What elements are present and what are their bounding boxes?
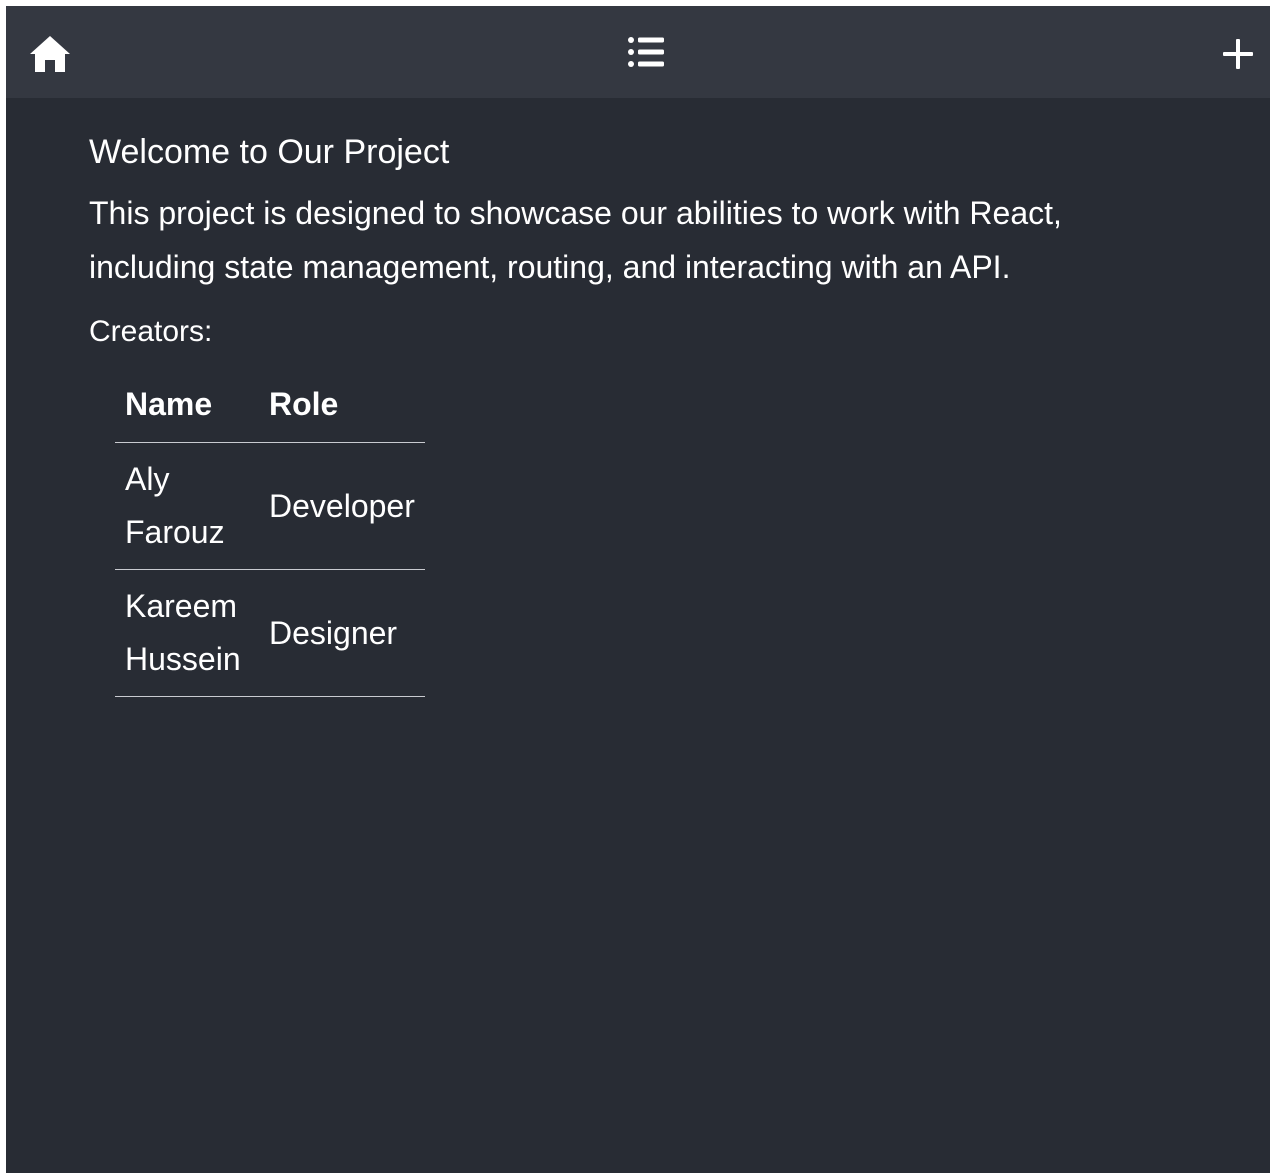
table-row: Aly Farouz Developer: [115, 442, 425, 570]
top-navbar: [6, 6, 1270, 98]
page-title: Welcome to Our Project: [89, 133, 450, 171]
creator-name: Aly Farouz: [115, 442, 259, 570]
creators-table: Name Role Aly Farouz Developer Kareem Hu…: [115, 370, 425, 697]
list-button[interactable]: [622, 30, 670, 74]
creators-label: Creators:: [89, 315, 213, 348]
plus-icon: [1223, 39, 1253, 69]
creator-role: Developer: [259, 442, 425, 570]
project-description: This project is designed to showcase our…: [89, 195, 1062, 285]
table-header-row: Name Role: [115, 370, 425, 443]
table-row: Kareem Hussein Designer: [115, 569, 425, 697]
home-icon: [30, 36, 70, 72]
column-header-name: Name: [115, 370, 259, 443]
column-header-role: Role: [259, 370, 425, 443]
home-button[interactable]: [26, 32, 74, 76]
main-content: Welcome to Our Project This project is d…: [89, 130, 1189, 697]
list-icon: [628, 37, 664, 67]
add-button[interactable]: [1214, 32, 1262, 76]
app-frame: Welcome to Our Project This project is d…: [6, 6, 1270, 1173]
creator-name: Kareem Hussein: [115, 569, 259, 697]
creator-role: Designer: [259, 569, 425, 697]
